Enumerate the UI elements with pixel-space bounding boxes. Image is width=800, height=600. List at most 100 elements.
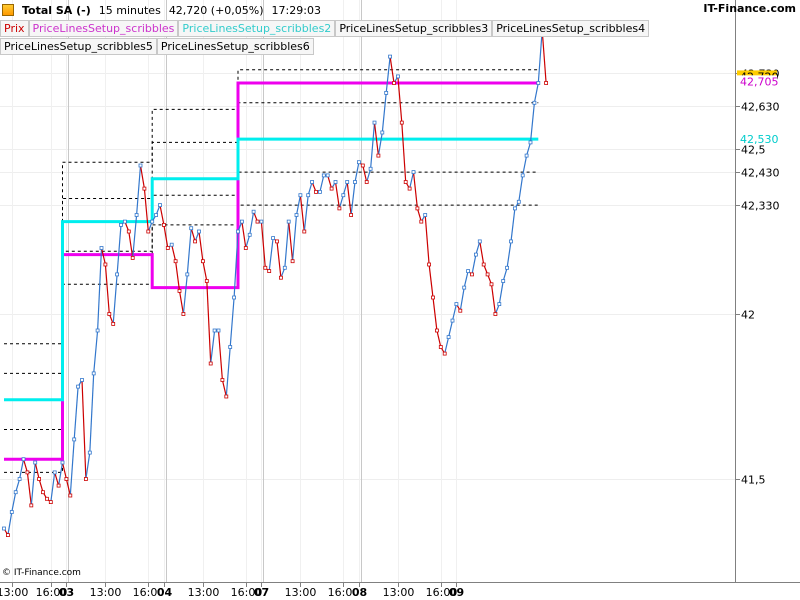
price-point bbox=[212, 328, 217, 333]
price-point bbox=[364, 180, 369, 184]
price-point bbox=[473, 252, 478, 257]
y-tick-label: 42,630 bbox=[741, 101, 780, 114]
price-point bbox=[372, 120, 377, 125]
price-point bbox=[516, 199, 521, 204]
price-point bbox=[376, 153, 381, 158]
price-point bbox=[489, 282, 494, 287]
price-point bbox=[220, 378, 225, 382]
legend-item[interactable]: PriceLinesSetup_scribbles4 bbox=[492, 20, 650, 37]
price-point bbox=[25, 470, 30, 475]
price-point bbox=[333, 180, 338, 184]
price-point bbox=[2, 526, 6, 531]
price-point bbox=[438, 345, 443, 349]
price-point bbox=[513, 206, 517, 211]
price-point bbox=[126, 229, 131, 234]
price-point bbox=[454, 302, 459, 307]
price-point bbox=[60, 460, 65, 465]
price-point bbox=[298, 193, 303, 198]
x-tick-label: 13:00 bbox=[188, 586, 220, 599]
price-point bbox=[173, 259, 178, 264]
timeframe[interactable]: 15 minutes bbox=[99, 4, 161, 17]
price-point bbox=[446, 335, 451, 340]
price-point bbox=[72, 437, 77, 442]
legend-item[interactable]: PriceLinesSetup_scribbles bbox=[28, 20, 179, 37]
price-point bbox=[345, 180, 350, 184]
price-badge-label: 42,530 bbox=[740, 133, 779, 146]
price-point bbox=[181, 312, 186, 316]
price-point bbox=[142, 186, 147, 191]
indicator-legend: Prix PriceLinesSetup_scribbles PriceLinesS… bbox=[0, 20, 650, 56]
x-tick-label: 13:00 bbox=[90, 586, 122, 599]
price-point bbox=[208, 361, 213, 366]
legend-item[interactable]: PriceLinesSetup_scribbles2 bbox=[178, 20, 336, 37]
price-point bbox=[228, 345, 233, 349]
price-point bbox=[356, 160, 361, 165]
price-point bbox=[189, 226, 194, 231]
clock: 17:29:03 bbox=[271, 3, 321, 17]
price-point bbox=[259, 219, 264, 224]
price-point bbox=[232, 295, 237, 300]
price-point bbox=[271, 236, 276, 241]
price-point bbox=[536, 81, 541, 85]
price-point bbox=[431, 295, 435, 300]
y-tick-label: 42,430 bbox=[741, 167, 780, 180]
price-point bbox=[485, 272, 490, 277]
price-point bbox=[321, 173, 326, 178]
x-tick-label: 08 bbox=[352, 586, 367, 599]
price-point bbox=[95, 328, 100, 333]
price-point bbox=[37, 477, 41, 481]
price-point bbox=[317, 189, 322, 194]
price-point bbox=[380, 130, 385, 135]
chart-header: Total SA (-) 15 minutes 42,720 (+0,05%) … bbox=[2, 2, 329, 18]
price-point bbox=[278, 275, 283, 280]
y-tick-label: 42,330 bbox=[741, 200, 780, 213]
legend-item[interactable]: PriceLinesSetup_scribbles3 bbox=[335, 20, 493, 37]
price-point bbox=[154, 213, 159, 217]
x-tick-label: 07 bbox=[254, 586, 269, 599]
price-point bbox=[294, 213, 299, 217]
price-point bbox=[423, 213, 428, 217]
price-point bbox=[384, 91, 389, 95]
price-point bbox=[236, 229, 240, 234]
price-point bbox=[169, 242, 174, 247]
price-point bbox=[286, 219, 291, 224]
price-point bbox=[353, 180, 357, 184]
price-point bbox=[450, 318, 455, 323]
price-point bbox=[403, 180, 408, 184]
price-point bbox=[177, 288, 182, 293]
price-point bbox=[360, 163, 365, 168]
x-tick-label: 04 bbox=[157, 586, 173, 599]
price-point bbox=[224, 394, 229, 399]
y-tick-label: 41,5 bbox=[741, 474, 766, 487]
price-point bbox=[161, 222, 166, 227]
price-point bbox=[493, 312, 498, 316]
price-point bbox=[520, 173, 525, 178]
price-point bbox=[497, 302, 502, 307]
price-chart[interactable]: 42,73042,63042,542,43042,3304241,5 13:00… bbox=[0, 0, 800, 600]
instrument-icon bbox=[2, 4, 14, 16]
price-point bbox=[329, 186, 334, 191]
price-point bbox=[395, 74, 400, 79]
x-tick-label: 13:00 bbox=[285, 586, 317, 599]
price-point bbox=[458, 308, 463, 313]
legend-item[interactable]: PriceLinesSetup_scribbles5 bbox=[0, 38, 157, 55]
x-tick-label: 13:00 bbox=[383, 586, 415, 599]
price-point bbox=[509, 239, 513, 244]
price-point bbox=[247, 232, 252, 237]
legend-item[interactable]: PriceLinesSetup_scribbles6 bbox=[156, 38, 314, 55]
price-point bbox=[505, 265, 510, 270]
price-point bbox=[251, 209, 256, 214]
price-point bbox=[524, 153, 529, 158]
price-point bbox=[282, 265, 287, 270]
price-point bbox=[290, 259, 295, 264]
price-point bbox=[544, 81, 548, 85]
price-point bbox=[349, 213, 354, 217]
x-tick-label: 09 bbox=[449, 586, 464, 599]
price-point bbox=[337, 206, 342, 211]
price-point bbox=[17, 477, 22, 481]
price-point bbox=[204, 279, 209, 283]
legend-item[interactable]: Prix bbox=[0, 20, 29, 37]
price-point bbox=[33, 460, 38, 465]
price-point bbox=[200, 259, 205, 264]
price-point bbox=[216, 328, 221, 333]
